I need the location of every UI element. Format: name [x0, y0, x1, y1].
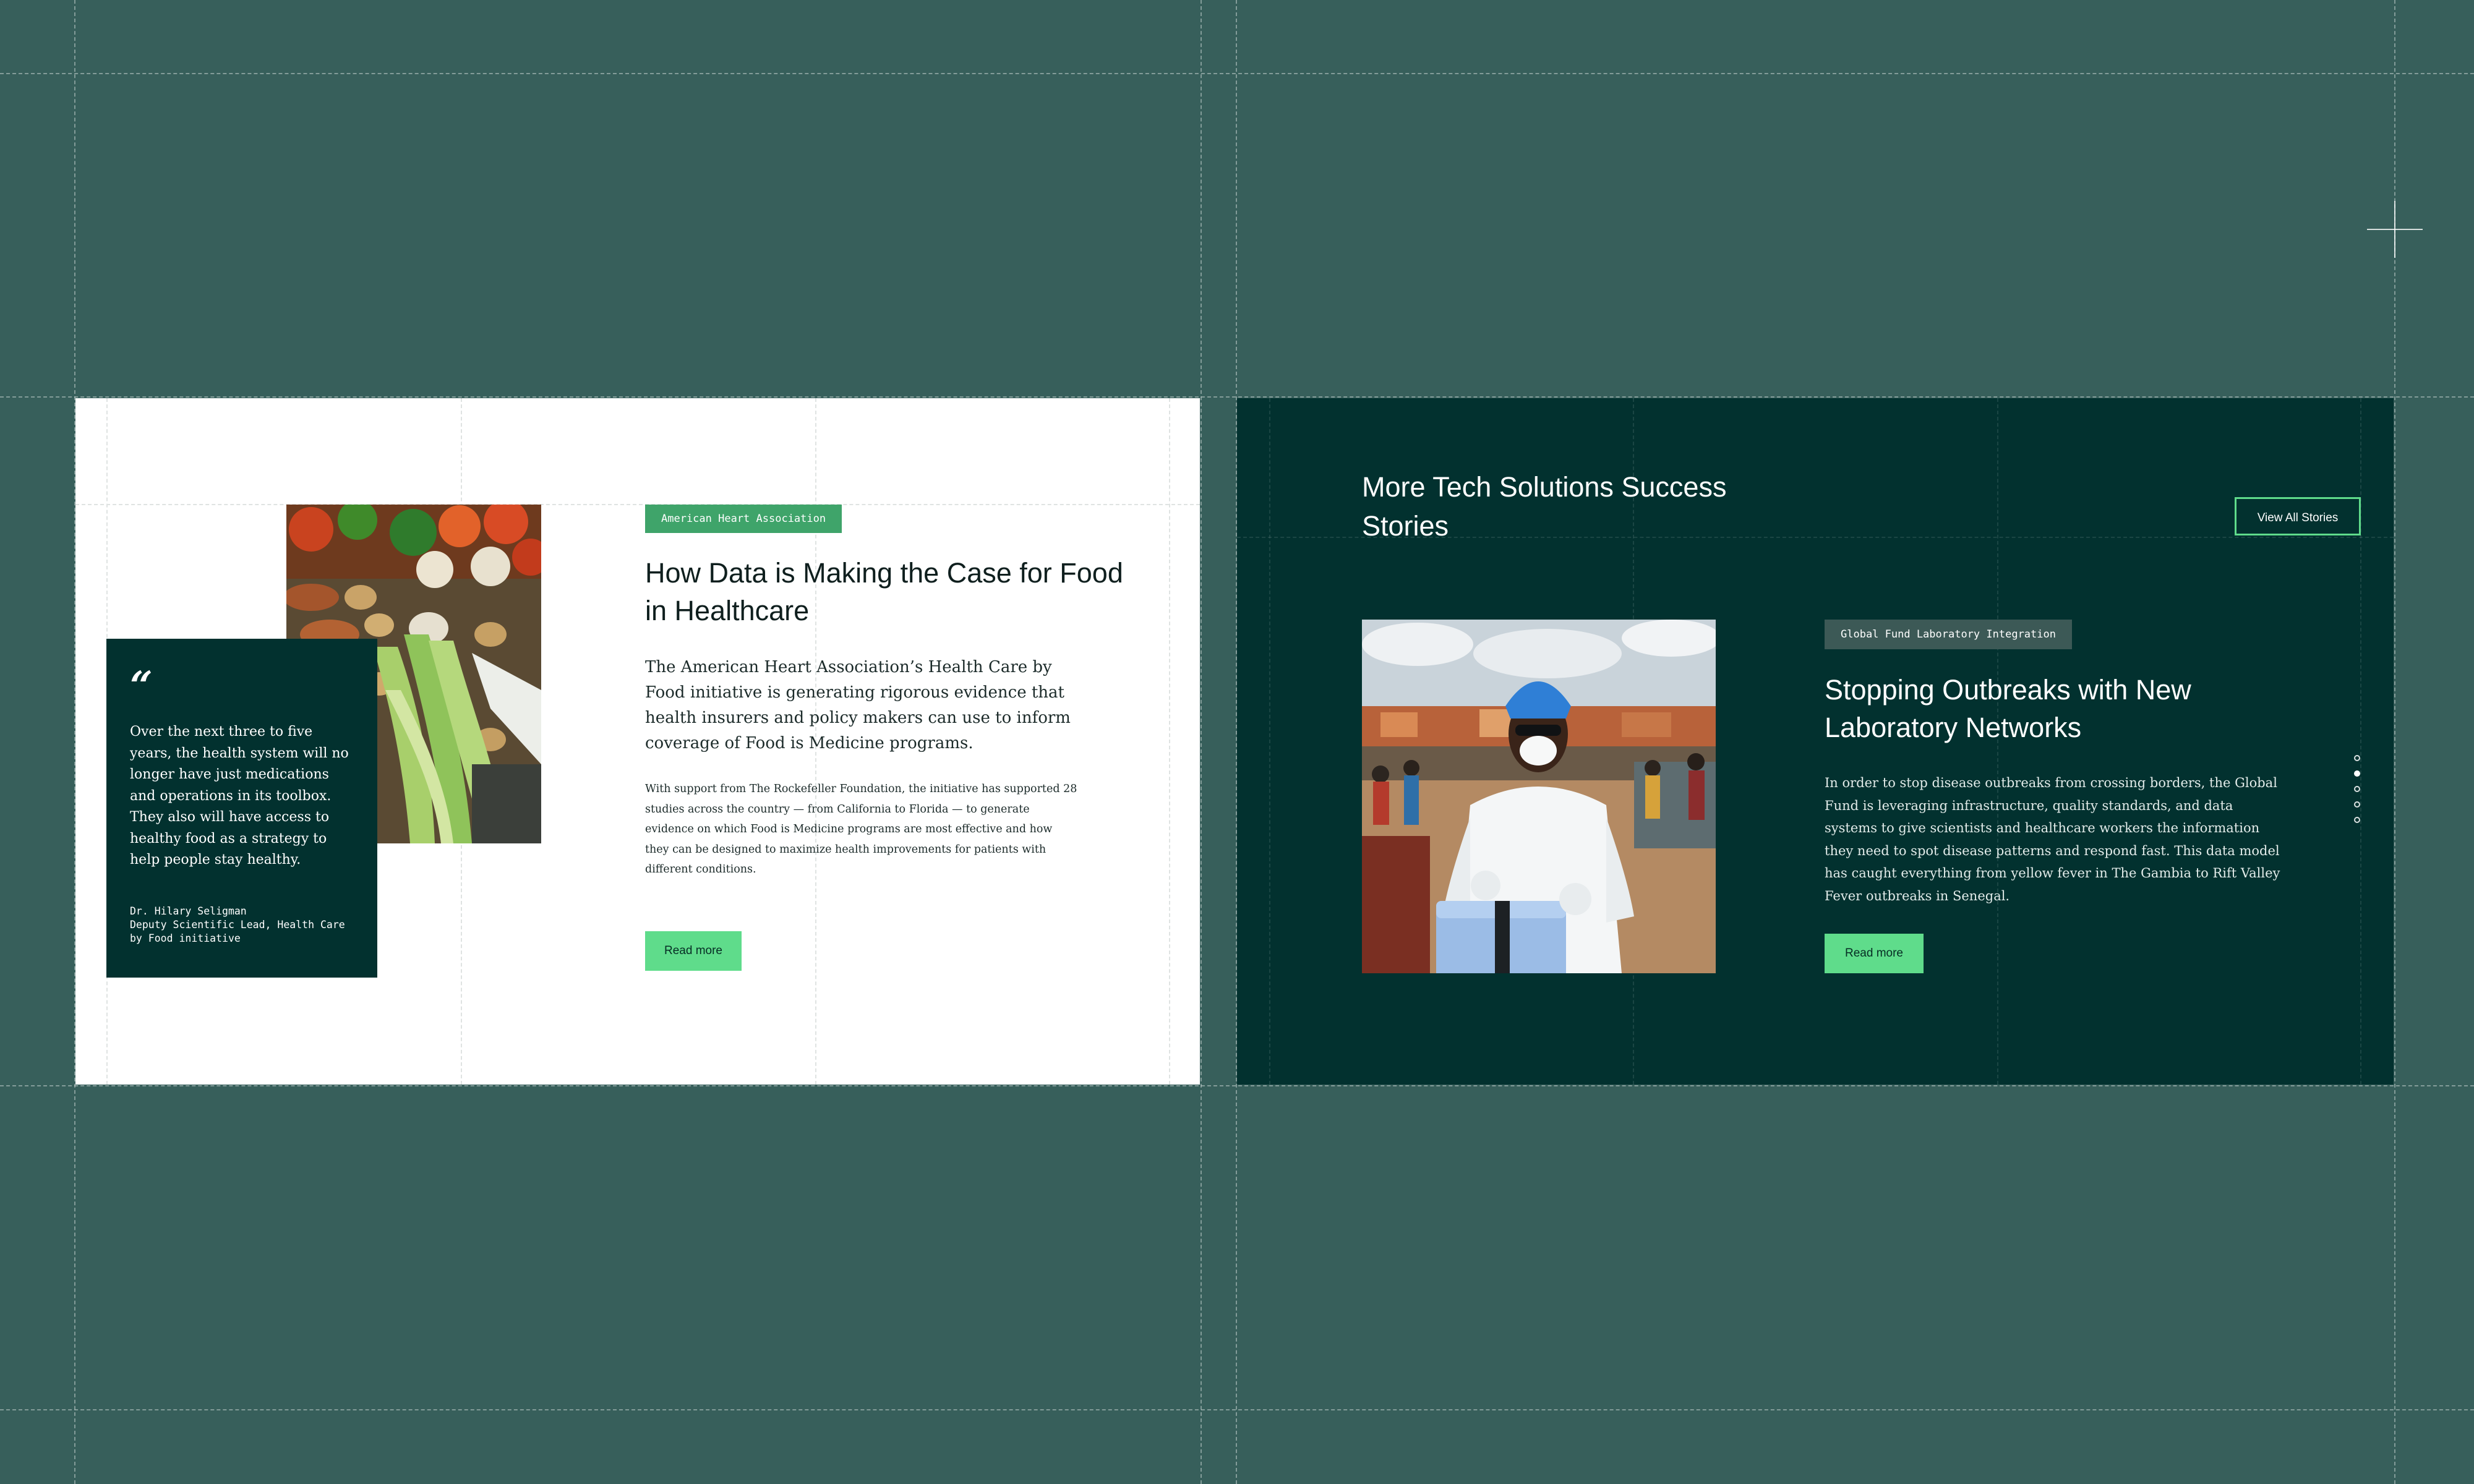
carousel-dot[interactable]	[2354, 786, 2360, 792]
read-more-button[interactable]: Read more	[1825, 934, 1924, 973]
quote-card: “ Over the next three to five years, the…	[106, 639, 377, 978]
more-stories-card: More Tech Solutions Success Stories View…	[1237, 398, 2394, 1085]
quote-attribution: Dr. Hilary Seligman Deputy Scientific Le…	[130, 905, 354, 945]
quote-author-role: Deputy Scientific Lead, Health Care by F…	[130, 918, 345, 944]
carousel-dot[interactable]	[2354, 770, 2360, 777]
guide-line	[1201, 0, 1202, 1484]
lab-worker-photo	[1362, 620, 1716, 973]
crosshair-icon	[2394, 201, 2395, 258]
grid-line	[1269, 398, 1270, 1085]
quote-mark-icon: “	[130, 663, 153, 709]
view-all-stories-button[interactable]: View All Stories	[2235, 497, 2361, 535]
story-lead: The American Heart Association’s Health …	[645, 658, 1071, 753]
story-tag: American Heart Association	[645, 505, 842, 533]
story-title: Stopping Outbreaks with New Laboratory N…	[1825, 674, 2191, 743]
story-tag: Global Fund Laboratory Integration	[1825, 620, 2072, 649]
story-body: With support from The Rockefeller Founda…	[645, 783, 1077, 876]
story-title: How Data is Making the Case for Food in …	[645, 557, 1123, 626]
guide-line	[0, 1085, 2474, 1086]
read-more-button[interactable]: Read more	[645, 931, 742, 971]
story-body: In order to stop disease outbreaks from …	[1825, 775, 2280, 903]
guide-line	[0, 73, 2474, 74]
grid-line	[1169, 398, 1170, 1085]
section-title: More Tech Solutions Success Stories	[1362, 471, 1727, 542]
carousel-dot[interactable]	[2354, 817, 2360, 823]
grid-line	[75, 504, 1200, 505]
guide-line	[0, 396, 2474, 398]
featured-story-card: “ Over the next three to five years, the…	[75, 398, 1200, 1085]
quote-text: Over the next three to five years, the h…	[130, 724, 349, 868]
quote-author: Dr. Hilary Seligman	[130, 905, 247, 917]
carousel-dot[interactable]	[2354, 801, 2360, 808]
guide-line	[0, 1409, 2474, 1410]
carousel-dot[interactable]	[2354, 755, 2360, 761]
